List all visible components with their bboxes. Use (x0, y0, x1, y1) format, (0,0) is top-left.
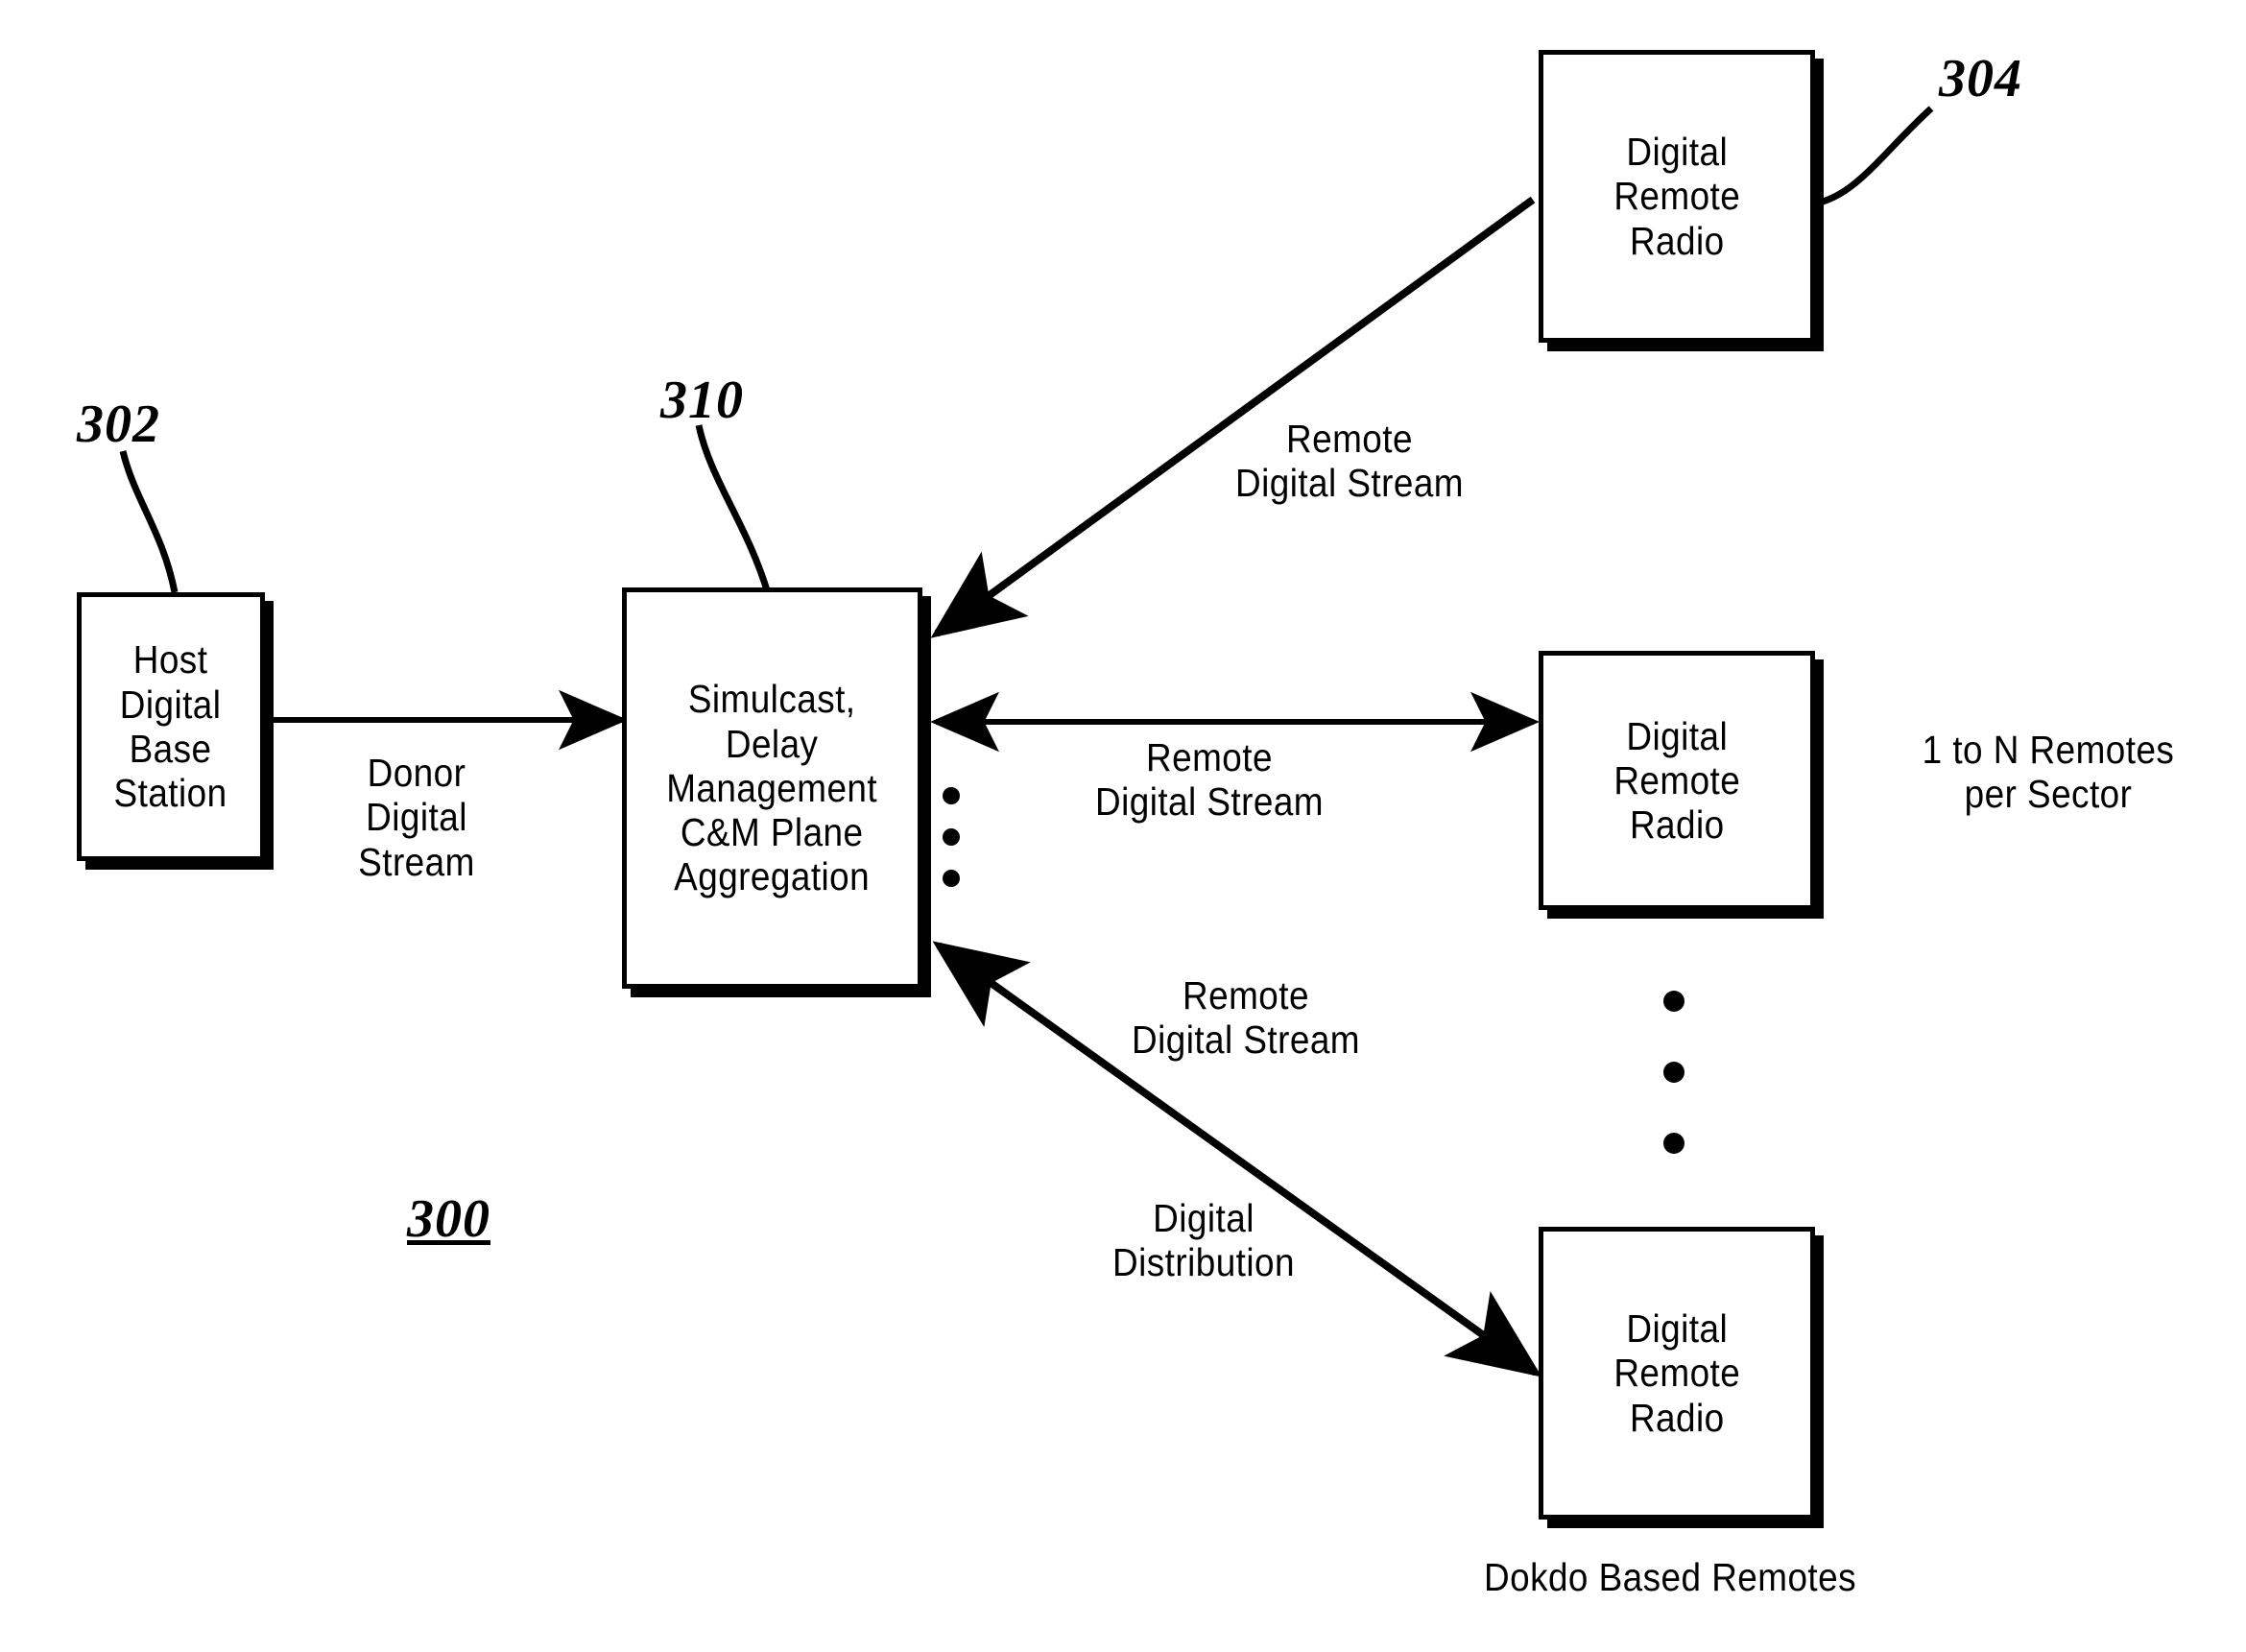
ellipsis-dot-remotes-2 (1663, 1062, 1684, 1083)
patent-figure-canvas: Host Digital Base Station Simulcast, Del… (0, 0, 2246, 1652)
node-digital-remote-radio-mid[interactable]: Digital Remote Radio (1539, 651, 1815, 910)
ellipsis-dot-remotes-1 (1663, 991, 1684, 1012)
ellipsis-dot-aggregator-1 (943, 787, 960, 804)
node-simulcast-aggregator[interactable]: Simulcast, Delay Management C&M Plane Ag… (622, 587, 922, 989)
ref-numeral-300-figure: 300 (407, 1189, 490, 1249)
ref-numeral-310: 310 (660, 371, 744, 430)
ellipsis-dot-aggregator-3 (943, 870, 960, 887)
ellipsis-dot-remotes-3 (1663, 1133, 1684, 1154)
node-host-digital-base-station-label: Host Digital Base Station (113, 637, 228, 816)
node-digital-remote-radio-bottom[interactable]: Digital Remote Radio (1539, 1227, 1815, 1520)
ref-numeral-302: 302 (77, 395, 160, 454)
node-digital-remote-radio-bottom-label: Digital Remote Radio (1613, 1306, 1740, 1440)
edge-label-digital-distribution: Digital Distribution (1112, 1196, 1295, 1285)
node-digital-remote-radio-mid-label: Digital Remote Radio (1613, 713, 1740, 848)
edge-label-remote-stream-bottom: Remote Digital Stream (1131, 973, 1361, 1063)
node-host-digital-base-station[interactable]: Host Digital Base Station (77, 592, 265, 861)
edge-label-donor-digital-stream: Donor Digital Stream (358, 751, 475, 884)
node-digital-remote-radio-top-label: Digital Remote Radio (1613, 130, 1740, 263)
ellipsis-dot-aggregator-2 (943, 828, 960, 846)
edge-label-remote-stream-mid: Remote Digital Stream (1094, 735, 1325, 825)
ref-numeral-304: 304 (1939, 49, 2022, 108)
leader-line-310 (695, 424, 772, 595)
node-simulcast-aggregator-label: Simulcast, Delay Management C&M Plane Ag… (666, 677, 878, 899)
annotation-remotes-per-sector: 1 to N Remotes per Sector (1922, 728, 2175, 817)
leader-line-302 (119, 450, 179, 593)
annotation-dokdo-based-remotes: Dokdo Based Remotes (1483, 1555, 1857, 1599)
leader-line-304 (1806, 106, 1934, 208)
node-digital-remote-radio-top[interactable]: Digital Remote Radio (1539, 50, 1815, 343)
edge-label-remote-stream-top: Remote Digital Stream (1234, 417, 1465, 506)
